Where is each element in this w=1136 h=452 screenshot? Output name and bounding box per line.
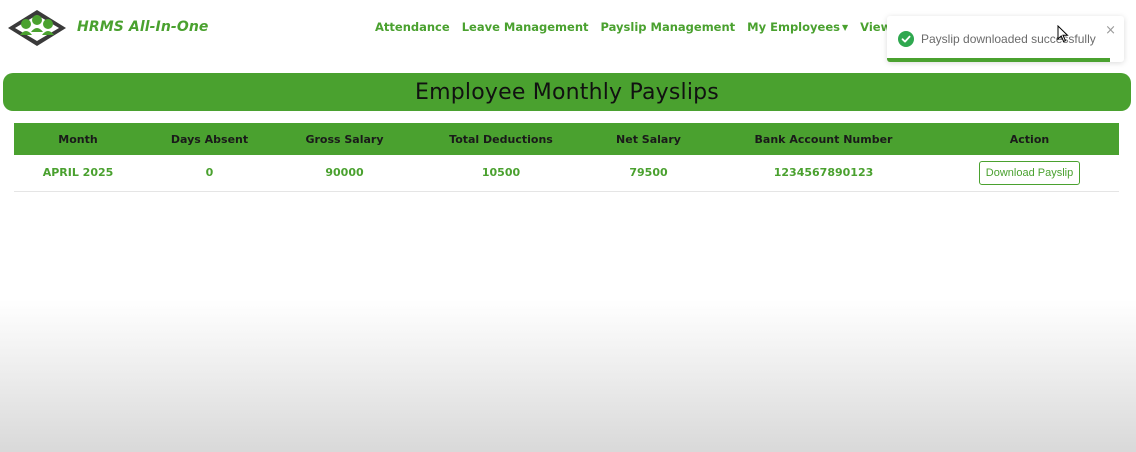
column-header-action: Action xyxy=(1009,132,1050,146)
column-header-month: Month xyxy=(58,132,98,146)
nav-attendance[interactable]: Attendance xyxy=(375,20,450,34)
nav-leave-management[interactable]: Leave Management xyxy=(462,20,589,34)
column-header-bank-account: Bank Account Number xyxy=(754,132,893,146)
success-toast: Payslip downloaded successfully × xyxy=(887,16,1124,62)
column-header-gross-salary: Gross Salary xyxy=(305,132,384,146)
page-title: Employee Monthly Payslips xyxy=(415,79,719,105)
table-header-row: Month Days Absent Gross Salary Total Ded… xyxy=(14,123,1119,155)
check-circle-icon xyxy=(898,31,914,47)
mouse-cursor-icon xyxy=(1057,25,1069,43)
main-nav: Attendance Leave Management Payslip Mana… xyxy=(375,20,940,34)
nav-payslip-management[interactable]: Payslip Management xyxy=(601,20,736,34)
cell-total-deductions: 10500 xyxy=(481,166,521,180)
cell-bank-account: 1234567890123 xyxy=(773,166,874,180)
table-row: APRIL 2025 0 90000 10500 79500 123456789… xyxy=(14,155,1119,191)
brand-name[interactable]: HRMS All-In-One xyxy=(77,19,208,35)
cell-action: Download Payslip xyxy=(940,155,1119,191)
page-title-bar: Employee Monthly Payslips xyxy=(3,73,1131,111)
download-payslip-button[interactable]: Download Payslip xyxy=(978,160,1081,185)
caret-down-icon: ▼ xyxy=(841,23,849,32)
close-icon[interactable]: × xyxy=(1105,23,1116,38)
column-header-days-absent: Days Absent xyxy=(170,132,249,146)
payslips-table: Month Days Absent Gross Salary Total Ded… xyxy=(14,123,1119,192)
cell-gross-salary: 90000 xyxy=(325,166,364,180)
column-header-total-deductions: Total Deductions xyxy=(449,132,553,146)
brand-logo-icon[interactable] xyxy=(6,8,68,48)
nav-my-employees-label: My Employees xyxy=(747,20,840,34)
cell-days-absent: 0 xyxy=(205,166,214,180)
toast-progress-bar xyxy=(887,58,1110,62)
toast-message: Payslip downloaded successfully xyxy=(921,32,1096,46)
cell-net-salary: 79500 xyxy=(629,166,668,180)
column-header-net-salary: Net Salary xyxy=(616,132,681,146)
nav-my-employees[interactable]: My Employees ▼ xyxy=(747,20,848,34)
cell-month: APRIL 2025 xyxy=(42,166,114,180)
